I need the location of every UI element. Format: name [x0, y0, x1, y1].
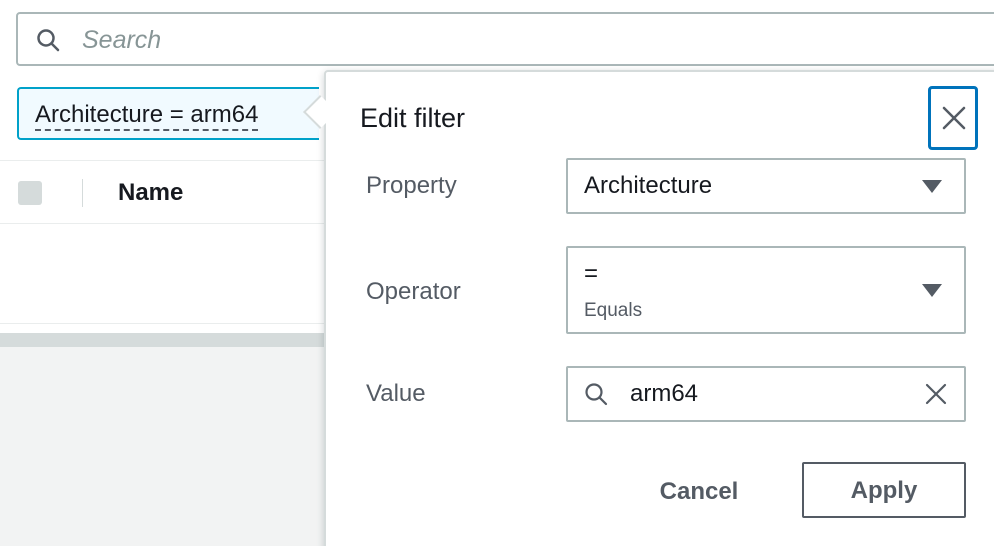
table-body [0, 224, 340, 324]
operator-select-value: = [584, 260, 599, 287]
caret-down-icon [922, 284, 942, 297]
column-header-name[interactable]: Name [118, 179, 183, 207]
property-label: Property [366, 172, 457, 199]
operator-label: Operator [366, 278, 461, 305]
operator-select-description: Equals [584, 300, 643, 321]
clear-icon[interactable] [924, 382, 948, 411]
value-label: Value [366, 380, 426, 407]
search-placeholder: Search [82, 26, 162, 54]
value-autosuggest[interactable] [566, 366, 966, 422]
select-all-checkbox[interactable] [18, 181, 42, 205]
horizontal-scrollbar[interactable] [0, 333, 340, 347]
search-icon [36, 28, 60, 52]
cancel-button[interactable]: Cancel [644, 464, 754, 518]
edit-filter-popover: Edit filter Property Architecture Operat… [324, 70, 994, 546]
app-root: Search Architecture = arm64 Name Edit fi… [0, 0, 994, 546]
table-footer [0, 347, 340, 546]
operator-select[interactable]: = Equals [566, 246, 966, 334]
property-select[interactable]: Architecture [566, 158, 966, 214]
apply-button[interactable]: Apply [802, 462, 966, 518]
search-bar[interactable]: Search [16, 12, 994, 66]
popover-title: Edit filter [360, 103, 466, 133]
value-input[interactable] [630, 380, 890, 408]
caret-down-icon [922, 180, 942, 193]
column-divider [82, 179, 83, 207]
filter-token-label[interactable]: Architecture = arm64 [35, 101, 259, 131]
filter-token[interactable]: Architecture = arm64 [17, 87, 319, 140]
close-button[interactable] [928, 86, 978, 150]
property-select-value: Architecture [584, 172, 713, 199]
table-header: Name [0, 160, 340, 224]
close-icon [942, 106, 966, 130]
search-icon [584, 382, 608, 411]
